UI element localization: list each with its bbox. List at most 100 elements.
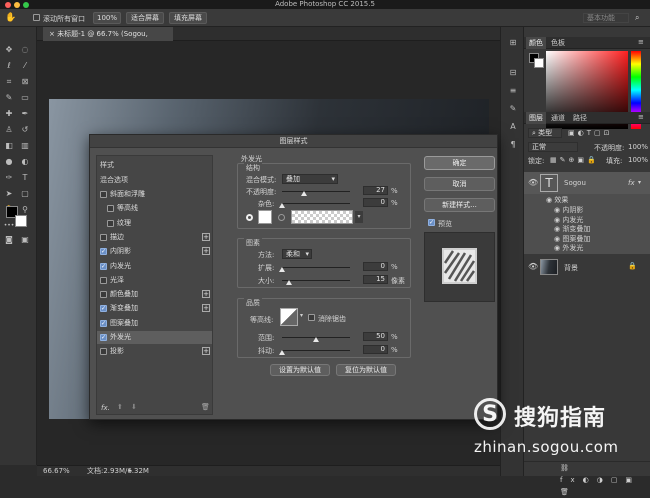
noise-slider[interactable]: [282, 203, 350, 204]
brush-settings-icon[interactable]: ✎: [507, 103, 519, 115]
size-slider[interactable]: [282, 280, 350, 281]
jitter-slider[interactable]: [282, 350, 350, 351]
fill-screen-button[interactable]: 填充屏幕: [169, 12, 207, 24]
add-style-instance-icon[interactable]: +: [202, 247, 210, 256]
tab-layers[interactable]: 图层: [526, 112, 546, 124]
effect-item[interactable]: ◉ 渐变叠加: [554, 224, 590, 234]
gradient-radio[interactable]: [278, 214, 285, 221]
layer-fx-badge[interactable]: fx: [628, 179, 635, 187]
opacity-input[interactable]: 27: [363, 186, 388, 195]
style-row[interactable]: 描边 +: [97, 231, 212, 244]
style-row[interactable]: 颜色叠加 +: [97, 288, 212, 301]
style-row[interactable]: 斜面和浮雕: [97, 188, 212, 201]
tab-swatches[interactable]: 色板: [548, 37, 568, 49]
technique-select[interactable]: 柔和 ▾: [282, 249, 312, 259]
style-checkbox[interactable]: ✓: [100, 262, 107, 270]
style-checkbox[interactable]: [100, 291, 107, 299]
style-row[interactable]: ✓ 内阴影 +: [97, 245, 212, 258]
history-brush-tool-icon[interactable]: ↺: [19, 124, 31, 136]
lasso-tool-icon[interactable]: ℓ: [3, 60, 15, 72]
style-checkbox[interactable]: [100, 276, 107, 284]
expand-effects-icon[interactable]: ▾: [638, 179, 641, 186]
spread-slider-thumb[interactable]: [279, 267, 285, 272]
anti-alias-checkbox[interactable]: [308, 314, 315, 321]
eyedropper-tool-icon[interactable]: ✎: [3, 92, 15, 104]
style-checkbox[interactable]: ✓: [100, 305, 107, 313]
style-row[interactable]: 光泽: [97, 274, 212, 287]
quick-mask-icon[interactable]: ◙: [3, 234, 15, 246]
blend-mode-select[interactable]: 叠加 ▾: [282, 174, 338, 184]
style-row[interactable]: 等高线: [97, 202, 212, 215]
properties-panel-icon[interactable]: ⊟: [507, 67, 519, 79]
layer-opacity-value[interactable]: 100%: [628, 143, 648, 151]
brush-tool-icon[interactable]: ✒: [19, 108, 31, 120]
scroll-all-windows-checkbox[interactable]: [33, 14, 40, 21]
spread-input[interactable]: 0: [363, 262, 388, 271]
move-tool-icon[interactable]: ✥: [3, 44, 15, 56]
character-panel-icon[interactable]: A: [507, 121, 519, 133]
rectangle-tool-icon[interactable]: ▢: [19, 188, 31, 200]
adjustments-panel-icon[interactable]: ≡: [507, 85, 519, 97]
close-window-button[interactable]: [5, 2, 11, 8]
ok-button[interactable]: 确定: [424, 156, 495, 170]
tab-channels[interactable]: 通道: [548, 112, 568, 124]
style-checkbox[interactable]: ✓: [100, 334, 107, 341]
screen-mode-icon[interactable]: ▣: [19, 234, 31, 246]
eye-icon[interactable]: ◉: [546, 196, 552, 204]
status-menu-icon[interactable]: ▸: [129, 466, 132, 476]
opacity-slider[interactable]: [282, 191, 350, 192]
magic-wand-tool-icon[interactable]: ⁄: [19, 60, 31, 72]
jitter-input[interactable]: 0: [363, 345, 388, 354]
paragraph-panel-icon[interactable]: ¶: [507, 139, 519, 151]
lock-icons[interactable]: ▦✎⊕▣🔒: [550, 156, 599, 164]
style-checkbox[interactable]: [100, 233, 107, 241]
new-style-button[interactable]: 新建样式...: [424, 198, 495, 212]
add-style-instance-icon[interactable]: +: [202, 290, 210, 299]
chevron-down-icon[interactable]: ▾: [300, 312, 303, 319]
effects-header[interactable]: ◉ 效果: [546, 195, 568, 205]
style-checkbox[interactable]: [107, 219, 114, 227]
opacity-slider-thumb[interactable]: [301, 191, 307, 196]
style-checkbox[interactable]: [100, 348, 107, 356]
blur-tool-icon[interactable]: ●: [3, 156, 15, 168]
cancel-button[interactable]: 取消: [424, 177, 495, 191]
move-down-icon[interactable]: ⬇: [131, 403, 137, 411]
layer-blend-mode[interactable]: 正常: [528, 142, 578, 152]
layer-row-background[interactable]: 👁 背景 🔒: [524, 257, 650, 277]
more-tools-icon[interactable]: •••: [3, 220, 15, 232]
size-input[interactable]: 15: [363, 275, 388, 284]
zoom-100-button[interactable]: 100%: [93, 12, 121, 24]
fill-value[interactable]: 100%: [628, 156, 648, 164]
move-up-icon[interactable]: ⬆: [117, 403, 123, 411]
panel-menu-icon[interactable]: ≡: [638, 38, 644, 46]
jitter-slider-thumb[interactable]: [279, 350, 285, 355]
tab-color[interactable]: 颜色: [526, 37, 546, 49]
glow-gradient-swatch[interactable]: [291, 210, 353, 224]
make-default-button[interactable]: 设置为默认值: [270, 364, 330, 376]
style-row[interactable]: ✓ 内发光: [97, 260, 212, 273]
zoom-level[interactable]: 66.67%: [43, 466, 70, 476]
style-checkbox[interactable]: [100, 191, 107, 198]
add-style-instance-icon[interactable]: +: [202, 232, 210, 241]
style-checkbox[interactable]: ✓: [100, 248, 107, 256]
preview-checkbox[interactable]: ✓: [428, 219, 435, 226]
styles-header[interactable]: 样式: [100, 160, 114, 170]
add-style-instance-icon[interactable]: +: [202, 347, 210, 356]
effect-item[interactable]: ◉ 图案叠加: [554, 234, 590, 244]
spread-slider[interactable]: [282, 267, 350, 268]
range-slider-thumb[interactable]: [313, 337, 319, 342]
path-selection-tool-icon[interactable]: ➤: [3, 188, 15, 200]
style-row[interactable]: ✓ 图案叠加: [97, 317, 212, 330]
search-icon[interactable]: ⌕: [635, 13, 639, 23]
size-slider-thumb[interactable]: [286, 280, 292, 285]
marquee-tool-icon[interactable]: ◌: [19, 44, 31, 56]
layer-name[interactable]: Sogou: [564, 179, 586, 187]
style-row[interactable]: ✓ 渐变叠加 +: [97, 302, 212, 315]
effect-item[interactable]: ◉ 内发光: [554, 215, 583, 225]
hand-tool-icon[interactable]: ✋: [5, 13, 16, 23]
blend-options-item[interactable]: 混合选项: [100, 175, 128, 185]
layer-row-sogou[interactable]: 👁 T Sogou fx ▾: [524, 172, 650, 194]
add-style-instance-icon[interactable]: +: [202, 304, 210, 313]
range-input[interactable]: 50: [363, 332, 388, 341]
tab-close-icon[interactable]: ×: [49, 30, 55, 38]
